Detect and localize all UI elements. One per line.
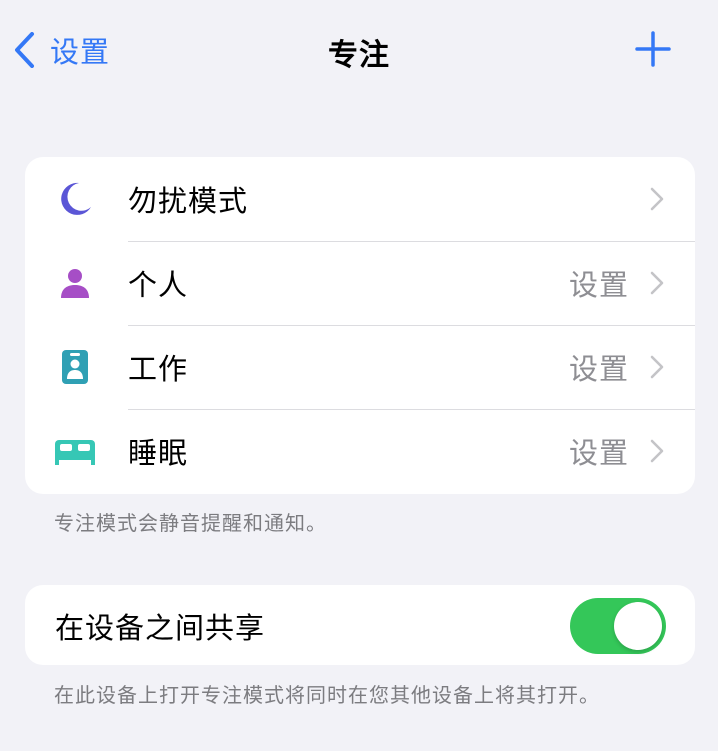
focus-mode-work[interactable]: 工作 设置 xyxy=(25,325,695,409)
chevron-right-icon xyxy=(649,353,665,381)
share-footnote: 在此设备上打开专注模式将同时在您其他设备上将其打开。 xyxy=(54,683,600,707)
focus-modes-list: 勿扰模式 个人 设置 工作 设置 睡眠 设置 xyxy=(25,157,695,494)
focus-mode-label: 个人 xyxy=(128,268,189,302)
id-badge-icon xyxy=(53,347,97,387)
moon-icon xyxy=(53,179,97,219)
focus-mode-do-not-disturb[interactable]: 勿扰模式 xyxy=(25,157,695,241)
focus-mode-sleep[interactable]: 睡眠 设置 xyxy=(25,409,695,493)
chevron-right-icon xyxy=(649,437,665,465)
focus-mode-detail: 设置 xyxy=(568,268,629,302)
chevron-right-icon xyxy=(649,185,665,213)
toggle-knob xyxy=(614,602,662,650)
person-icon xyxy=(53,263,97,303)
share-across-devices-toggle[interactable] xyxy=(570,598,666,654)
chevron-right-icon xyxy=(649,269,665,297)
share-across-devices-label: 在设备之间共享 xyxy=(55,611,266,645)
focus-mode-label: 工作 xyxy=(128,352,189,386)
focus-mode-label: 勿扰模式 xyxy=(128,184,249,218)
modes-footnote: 专注模式会静音提醒和通知。 xyxy=(54,511,327,535)
plus-icon xyxy=(634,30,672,72)
focus-mode-detail: 设置 xyxy=(568,352,629,386)
navigation-bar: 设置 专注 xyxy=(0,0,718,100)
focus-mode-personal[interactable]: 个人 设置 xyxy=(25,241,695,325)
add-focus-button[interactable] xyxy=(630,28,676,74)
bed-icon xyxy=(53,431,97,471)
focus-mode-detail: 设置 xyxy=(568,436,629,470)
page-title: 专注 xyxy=(328,38,390,73)
focus-mode-label: 睡眠 xyxy=(128,436,189,470)
share-across-devices-row: 在设备之间共享 xyxy=(25,585,695,665)
